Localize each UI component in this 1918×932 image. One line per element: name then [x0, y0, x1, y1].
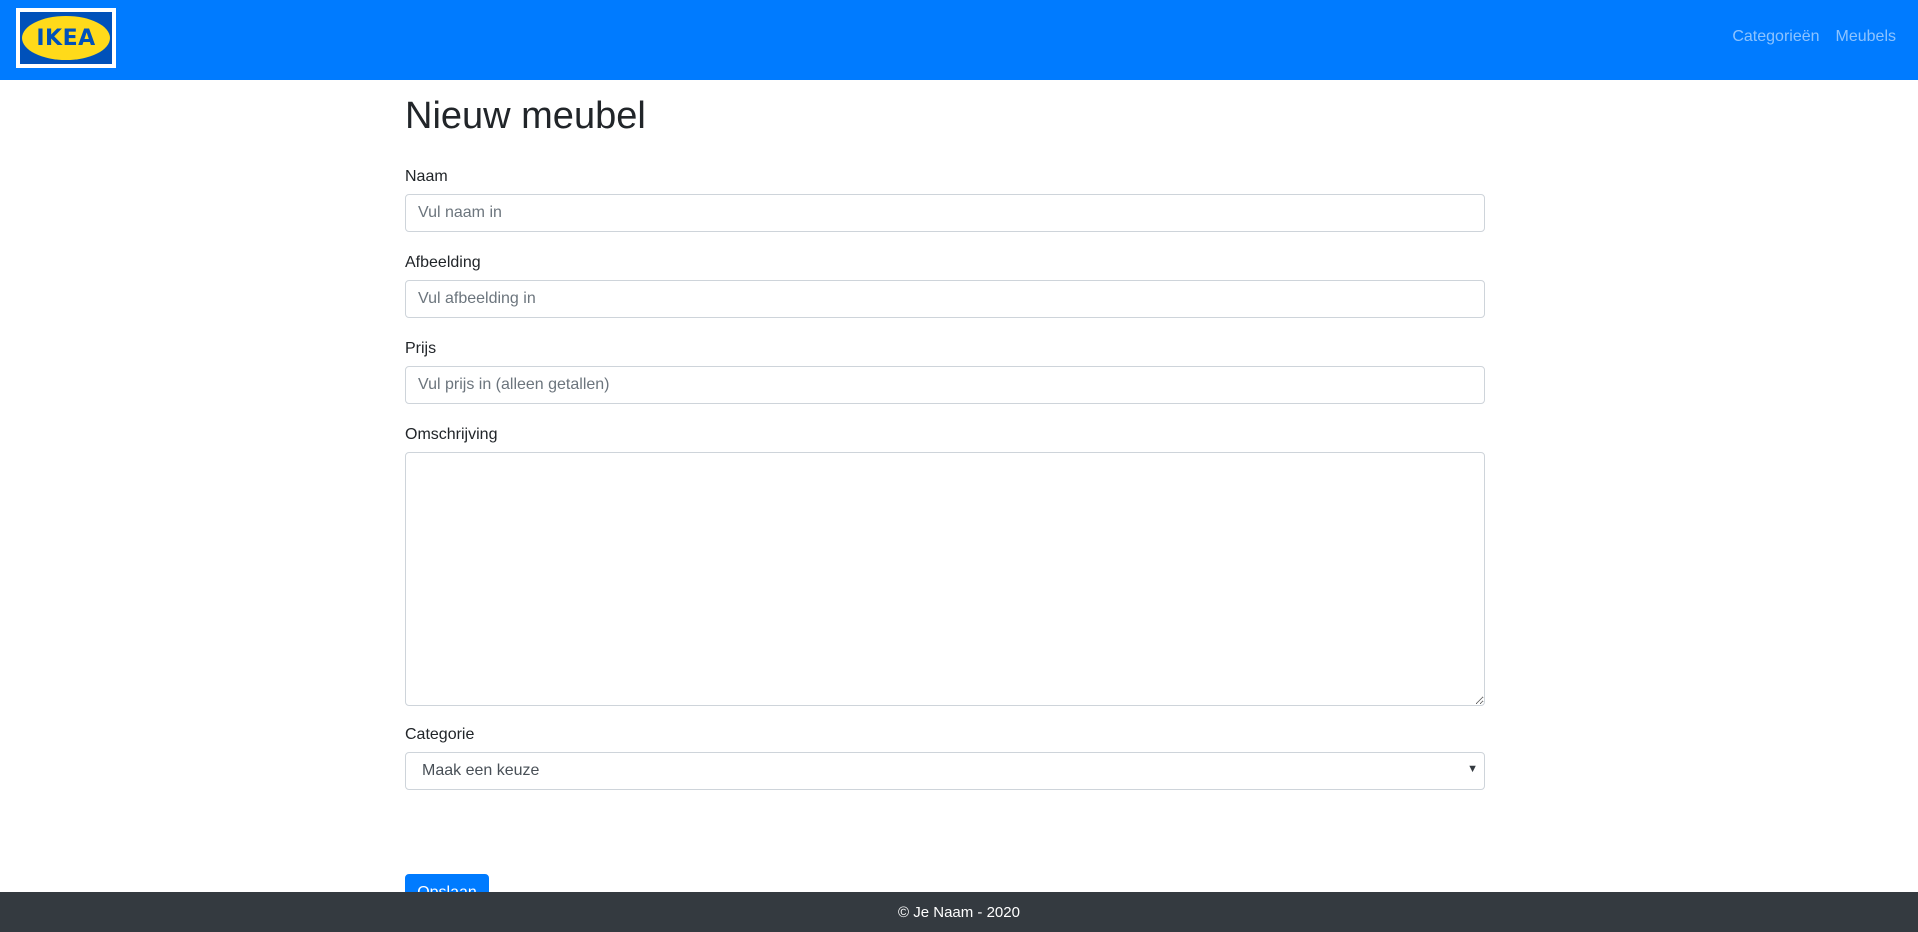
prijs-label: Prijs [405, 339, 437, 357]
nav-links: Categorieën Meubels [1732, 28, 1896, 46]
form-group-prijs: Prijs [405, 340, 1485, 404]
form-group-naam: Naam [405, 168, 1485, 232]
chevron-down-icon: ▼ [1467, 762, 1478, 775]
page-title: Nieuw meubel [405, 95, 646, 137]
logo-text: IKEA [36, 25, 96, 51]
omschrijving-textarea[interactable] [405, 451, 1485, 706]
afbeelding-input[interactable] [405, 279, 1485, 318]
naam-input[interactable] [405, 193, 1485, 232]
categorie-selected-value: Maak een keuze [422, 761, 540, 779]
footer-copyright: © Je Naam - 2020 [898, 903, 1020, 921]
categorie-label: Categorie [405, 725, 475, 743]
form-group-categorie: Categorie Maak een keuze ▼ [405, 726, 1485, 790]
ikea-logo[interactable]: IKEA [16, 8, 116, 68]
footer: © Je Naam - 2020 [0, 892, 1918, 932]
form-group-afbeelding: Afbeelding [405, 254, 1485, 318]
navbar: IKEA Categorieën Meubels [0, 0, 1918, 80]
nav-link-meubels[interactable]: Meubels [1836, 28, 1896, 46]
omschrijving-label: Omschrijving [405, 425, 498, 443]
main-content: Nieuw meubel Naam Afbeelding Prijs Omsch… [405, 80, 1485, 912]
prijs-input[interactable] [405, 365, 1485, 404]
logo-oval: IKEA [22, 16, 110, 60]
nav-link-categorieen[interactable]: Categorieën [1732, 28, 1819, 46]
afbeelding-label: Afbeelding [405, 253, 481, 271]
naam-label: Naam [405, 167, 448, 185]
categorie-select[interactable]: Maak een keuze ▼ [405, 751, 1485, 790]
form-group-omschrijving: Omschrijving [405, 426, 1485, 706]
